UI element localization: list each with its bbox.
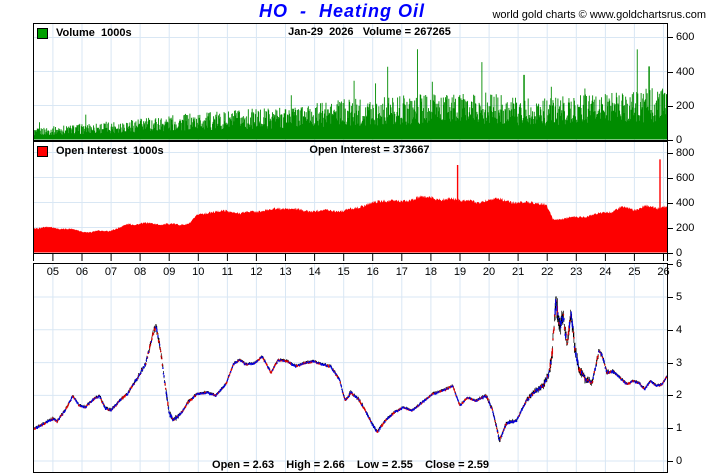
y-axis-tick	[667, 253, 673, 254]
y-axis-tick	[667, 330, 673, 331]
volume-legend-label: Volume 1000s	[56, 27, 132, 39]
y-axis-tick-label: 5	[676, 291, 683, 303]
volume-panel: Volume 1000s Jan-29 2026 Volume = 267265	[33, 23, 668, 141]
y-axis-tick	[667, 140, 673, 141]
volume-chart-canvas	[34, 24, 667, 140]
x-axis-year-label: 26	[657, 266, 670, 278]
x-axis-year-label: 24	[599, 266, 612, 278]
y-axis-tick-label: 400	[676, 197, 695, 209]
open-interest-legend-label: Open Interest 1000s	[56, 145, 164, 157]
x-axis-year-label: 09	[163, 266, 176, 278]
x-axis-year-label: 16	[366, 266, 379, 278]
x-axis-tick-strip	[33, 254, 668, 261]
y-axis-tick-label: 800	[676, 147, 695, 159]
x-axis-year-label: 23	[570, 266, 583, 278]
y-axis-tick-label: 4	[676, 324, 683, 336]
y-axis-tick-label: 600	[676, 31, 695, 43]
y-axis-tick-label: 2	[676, 389, 683, 401]
volume-legend-swatch	[37, 27, 48, 39]
x-axis-year-label: 25	[628, 266, 641, 278]
x-axis-year-label: 05	[46, 266, 60, 278]
y-axis-tick-label: 3	[676, 357, 683, 369]
x-axis-year-label: 07	[104, 266, 118, 278]
y-axis-tick-label: 0	[676, 134, 683, 146]
price-panel: Open = 2.63 High = 2.66 Low = 2.55 Close…	[33, 263, 668, 473]
y-axis-tick	[667, 428, 673, 429]
y-axis-tick	[667, 106, 673, 107]
open-interest-panel: Open Interest 1000s Open Interest = 3736…	[33, 141, 668, 254]
x-axis-year-label: 21	[512, 266, 525, 278]
y-axis-tick-label: 6	[676, 258, 683, 270]
y-axis-tick-label: 600	[676, 172, 695, 184]
x-axis-year-label: 13	[279, 266, 292, 278]
x-axis-year-label: 20	[482, 266, 496, 278]
y-axis-tick-label: 1	[676, 422, 683, 434]
y-axis-tick	[667, 72, 673, 73]
x-axis-year-label: 12	[250, 266, 263, 278]
y-axis-tick-label: 0	[676, 455, 683, 467]
y-axis-tick	[667, 37, 673, 38]
y-axis-tick	[667, 297, 673, 298]
y-axis-tick	[667, 203, 673, 204]
x-axis-ticks	[52, 254, 664, 261]
y-axis-tick	[667, 395, 673, 396]
y-axis-tick	[667, 461, 673, 462]
y-axis-tick-label: 200	[676, 100, 695, 112]
copyright-text: world gold charts © www.goldchartsrus.co…	[492, 9, 706, 21]
y-axis-tick	[667, 178, 673, 179]
price-ohlc-readout: Open = 2.63 High = 2.66 Low = 2.55 Close…	[212, 459, 489, 471]
price-chart-canvas	[34, 264, 667, 472]
y-axis-tick	[667, 228, 673, 229]
y-axis-tick-label: 200	[676, 222, 695, 234]
page-title: HO - Heating Oil	[258, 1, 426, 21]
y-axis-tick	[667, 264, 673, 265]
open-interest-legend: Open Interest 1000s	[37, 145, 164, 157]
y-axis-tick	[667, 363, 673, 364]
open-interest-latest-readout: Open Interest = 373667	[309, 144, 430, 156]
x-axis-year-label: 14	[308, 266, 321, 278]
open-interest-chart-canvas	[34, 142, 667, 253]
x-axis-year-label: 08	[134, 266, 147, 278]
y-axis-tick-label: 400	[676, 66, 695, 78]
x-axis-year-label: 15	[337, 266, 350, 278]
volume-latest-readout: Jan-29 2026 Volume = 267265	[288, 26, 451, 38]
x-axis-year-label: 18	[424, 266, 438, 278]
volume-legend: Volume 1000s	[37, 27, 132, 39]
y-axis-tick	[667, 153, 673, 154]
x-axis-year-label: 11	[221, 266, 234, 278]
x-axis-year-label: 17	[395, 266, 408, 278]
open-interest-legend-swatch	[37, 145, 48, 157]
x-axis-year-label: 19	[453, 266, 467, 278]
x-axis-year-label: 06	[75, 266, 89, 278]
x-axis-year-label: 10	[192, 266, 205, 278]
heating-oil-chart-page: HO - Heating Oil world gold charts © www…	[0, 0, 710, 475]
x-axis-year-label: 22	[541, 266, 554, 278]
